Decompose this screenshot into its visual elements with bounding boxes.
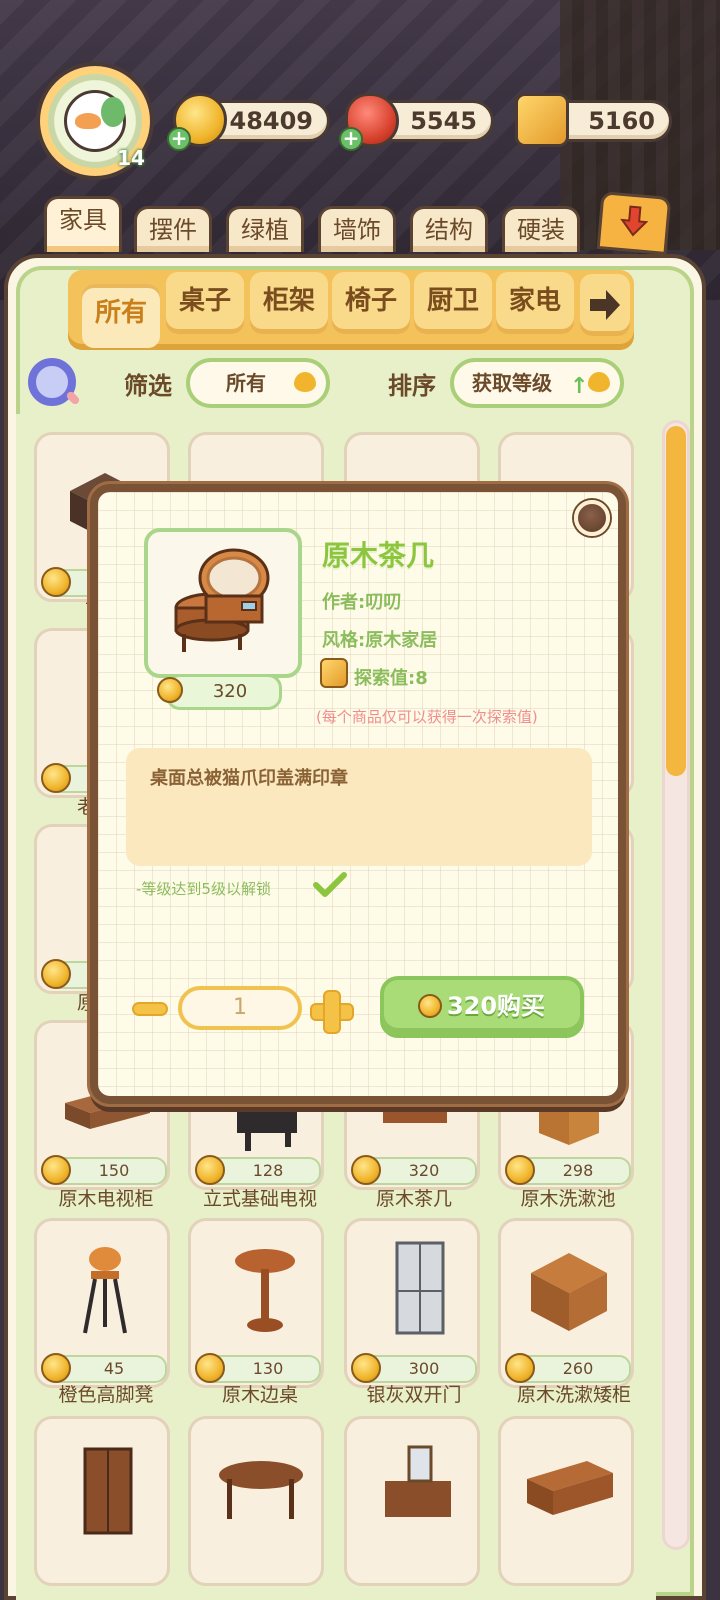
buy-button[interactable]: 320购买: [380, 976, 584, 1038]
explore-book-icon: [320, 658, 348, 688]
coin-icon: [418, 994, 442, 1018]
increase-quantity-button[interactable]: [310, 990, 354, 1034]
coin-icon: [157, 677, 183, 703]
unlock-requirement: -等级达到5级以解锁: [136, 880, 271, 898]
buy-label: 320购买: [446, 992, 546, 1020]
description-box: 桌面总被猫爪印盖满印章: [126, 748, 592, 866]
item-explore-value: 探索值:8: [354, 668, 428, 689]
dialog-price-tag: 320: [157, 674, 282, 710]
item-title: 原木茶几: [322, 539, 435, 572]
quantity-field[interactable]: 1: [178, 986, 302, 1030]
item-description: 桌面总被猫爪印盖满印章: [150, 768, 348, 789]
explore-note: (每个商品仅可以获得一次探索值): [316, 708, 538, 726]
item-author: 作者:叨叨: [322, 592, 402, 613]
item-detail-dialog: 320 原木茶几 作者:叨叨 风格:原木家居 探索值:8 (每个商品仅可以获得一…: [90, 484, 626, 1104]
close-dialog-button[interactable]: [574, 500, 610, 536]
decrease-quantity-button[interactable]: [132, 1002, 168, 1016]
checkmark-icon: [313, 872, 347, 897]
dialog-price: 320: [212, 681, 248, 702]
tea-table-image: [174, 548, 270, 652]
item-style: 风格:原木家居: [322, 630, 438, 651]
item-preview-frame: [144, 528, 302, 678]
